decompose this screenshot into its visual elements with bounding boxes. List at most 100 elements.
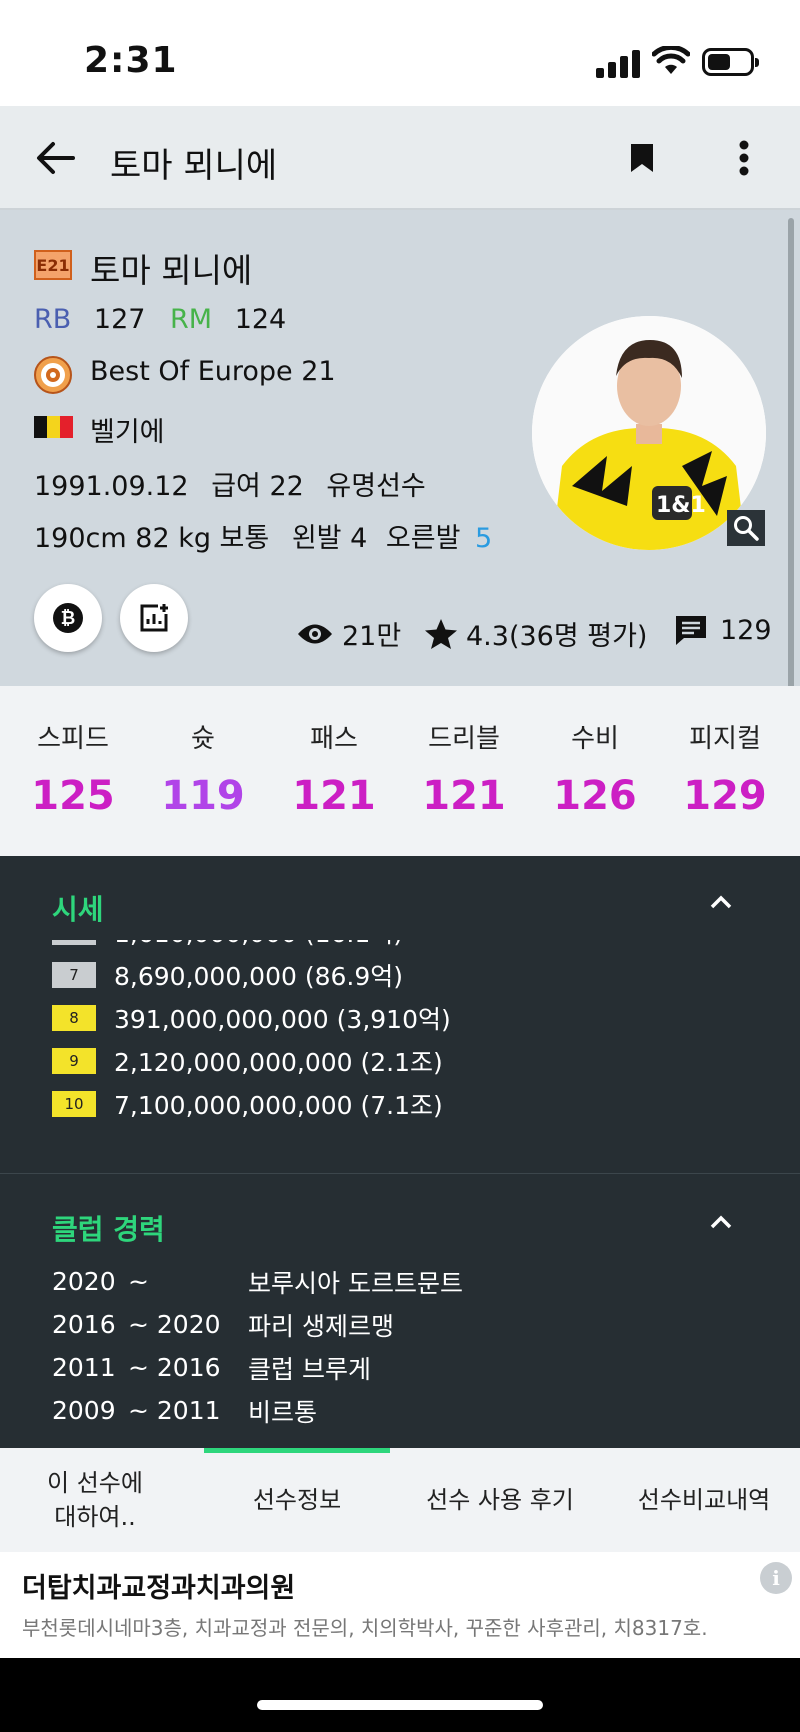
belgium-flag-icon [34,416,73,438]
scrollbar[interactable] [788,218,794,708]
club-to: ~ 2016 [128,1353,221,1382]
zoom-photo-button[interactable] [727,510,765,546]
price-row: 7 8,690,000,000 (86.9억) [52,953,752,996]
view-count: 21만 [296,614,401,653]
price-row: 6 1,610,000,000 (16.1억) [52,940,752,953]
club-from: 2009 [52,1396,116,1425]
upgrade-level: 9 [52,1047,96,1074]
upgrade-level: 8 [52,1004,96,1031]
season-logo-icon [34,356,72,394]
right-foot-value: 5 [475,523,493,554]
bottom-tab-bar: 이 선수에 대하여.. 선수정보 선수 사용 후기 선수비교내역 [0,1448,800,1552]
stat-value: 121 [422,773,506,819]
club-to: ~ 2011 [128,1396,221,1425]
club-row: 2009 ~ 2011 비르통 [52,1389,752,1432]
tab-player-compare[interactable]: 선수비교내역 [608,1448,800,1552]
app-bar: 토마 뫼니에 [0,106,800,210]
comment-count[interactable]: 129 [674,614,772,646]
upgrade-level: 6 [52,940,96,945]
status-bar: 2:31 [0,0,800,106]
home-indicator[interactable] [257,1700,543,1710]
price-section-title: 시세 [52,893,104,926]
svg-text:1&1: 1&1 [656,493,706,518]
stat-label: 수비 [571,724,619,754]
price-collapse-button[interactable] [710,894,732,913]
add-compare-button[interactable] [120,584,188,652]
stat-label: 드리블 [428,724,500,754]
more-options-button[interactable] [724,134,764,182]
stat-defending: 수비 126 [530,718,660,819]
season-name: Best Of Europe 21 [90,356,336,387]
stat-shooting: 슛 119 [138,718,268,819]
stat-physical: 피지컬 129 [660,718,790,819]
svg-text:₿: ₿ [61,608,76,629]
price-row: 10 7,100,000,000,000 (7.1조) [52,1082,752,1125]
tab-label: 선수비교내역 [637,1486,771,1514]
player-name: 토마 뫼니에 [90,251,253,290]
stat-speed: 스피드 125 [8,718,138,819]
club-row: 2020 ~ 보루시아 도르트문트 [52,1260,752,1303]
view-count-text: 21만 [342,621,402,652]
rating-text: 4.3(36명 평가) [466,621,648,652]
ad-subtitle: 부천롯데시네마3층, 치과교정과 전문의, 치의학박사, 꾸준한 사후관리, 치… [22,1616,708,1640]
chevron-up-icon [710,1215,732,1229]
position-ratings: RB 127 RM 124 [34,304,286,335]
bookmark-button[interactable] [622,134,662,182]
price-value: 2,120,000,000,000 (2.1조) [114,1047,443,1077]
club-from: 2020 [52,1267,116,1296]
bitcoin-icon: ₿ [53,603,83,633]
tab-about-player[interactable]: 이 선수에 대하여.. [0,1448,190,1552]
ad-banner[interactable]: 더탑치과교정과치과의원 부천롯데시네마3층, 치과교정과 전문의, 치의학박사,… [0,1552,800,1658]
page-title: 토마 뫼니에 [110,146,278,186]
price-value: 7,100,000,000,000 (7.1조) [114,1090,443,1120]
club-collapse-button[interactable] [710,1214,732,1233]
price-button[interactable]: ₿ [34,584,102,652]
stat-label: 피지컬 [689,724,761,754]
comment-count-text: 129 [720,614,772,646]
club-to: ~ [128,1267,149,1296]
more-vert-icon [739,140,749,176]
tab-player-reviews[interactable]: 선수 사용 후기 [400,1448,600,1552]
upgrade-level: 10 [52,1090,96,1117]
player-profile: E21 토마 뫼니에 RB 127 RM 124 Best Of Europe … [0,210,800,686]
price-list[interactable]: 6 1,610,000,000 (16.1억) 7 8,690,000,000 … [52,940,752,1146]
wifi-icon [652,46,690,74]
position-label: RM [170,304,213,335]
stat-value: 125 [31,773,115,819]
club-to: ~ 2020 [128,1310,221,1339]
ad-title: 더탑치과교정과치과의원 [22,1573,296,1604]
tab-label: 선수 사용 후기 [426,1486,574,1514]
home-indicator-area [0,1658,800,1732]
bookmark-icon [631,144,653,172]
price-value: 1,610,000,000 (16.1억) [114,940,403,950]
club-name: 비르통 [248,1397,318,1427]
tab-label: 대하여.. [54,1503,136,1531]
birth-date: 1991.09.12 [34,471,189,502]
details-panel: 시세 6 1,610,000,000 (16.1억) 7 8,690,000,0… [0,856,800,1448]
cellular-signal-icon [596,50,640,78]
stat-passing: 패스 121 [269,718,399,819]
position-label: RB [34,304,72,335]
club-name: 파리 생제르맹 [248,1311,394,1341]
tab-player-info[interactable]: 선수정보 [204,1448,390,1552]
stat-label: 스피드 [37,724,109,754]
back-button[interactable] [30,134,80,182]
info-icon[interactable]: i [760,1562,792,1594]
season-badge: E21 [34,250,72,280]
stat-value: 126 [553,773,637,819]
add-chart-icon [140,604,168,632]
salary: 급여 22 [211,471,304,502]
stat-value: 119 [161,773,245,819]
stat-value: 121 [292,773,376,819]
club-name: 클럽 브루게 [248,1354,371,1384]
price-value: 8,690,000,000 (86.9억) [114,961,404,991]
right-foot-label: 오른발 [385,523,461,554]
chevron-up-icon [710,895,732,909]
club-section-title: 클럽 경력 [52,1213,165,1246]
eye-icon [298,624,332,643]
stat-value: 129 [683,773,767,819]
stat-label: 슛 [191,724,215,754]
physical-row: 190cm 82 kg 보통 왼발 4 오른발 5 [34,516,492,555]
rating: 4.3(36명 평가) [424,614,647,653]
star-icon [425,618,457,649]
